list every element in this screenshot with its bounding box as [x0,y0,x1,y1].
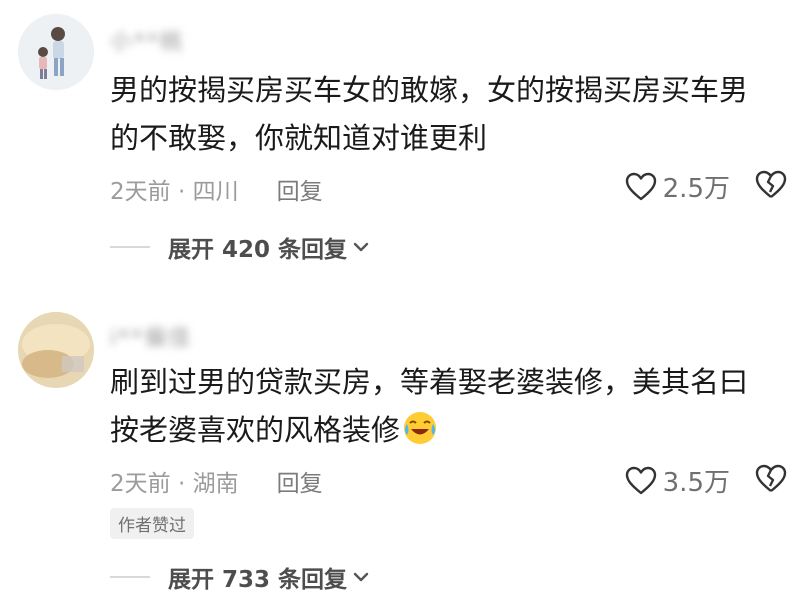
comment-meta: 2天前 · 四川 回复 [110,172,323,206]
comment-item: ⅰ**偏佳 刷到过男的贷款买房，等着娶老婆装修，美其名曰 按老婆喜欢的风格装修 … [0,300,800,593]
time-location: 2天前 · 湖南 [110,471,239,497]
like-button[interactable]: 3.5万 [625,462,730,499]
like-count: 2.5万 [662,174,730,204]
comment-text-line: 刷到过男的贷款买房，等着娶老婆装修，美其名曰 [110,365,749,399]
broken-heart-icon [755,170,787,198]
time-location: 2天前 · 四川 [110,179,239,205]
expand-replies-label: 展开 420 条回复 [168,237,348,263]
username[interactable]: ⅰ**偏佳 [110,320,192,352]
comment-text-line: 男的按揭买房买车女的敢嫁，女的按揭买房买车男 [110,73,749,107]
comment-text: 男的按揭买房买车女的敢嫁，女的按揭买房买车男 的不敢娶，你就知道对谁更利 [110,66,790,162]
reply-button[interactable]: 回复 [277,172,323,206]
comment-text-line: 的不敢娶，你就知道对谁更利 [110,121,488,155]
expand-replies-button[interactable]: 展开 733 条回复 [110,560,369,594]
comment-text: 刷到过男的贷款买房，等着娶老婆装修，美其名曰 按老婆喜欢的风格装修 [110,358,790,454]
comment-meta: 2天前 · 湖南 回复 [110,464,323,498]
author-liked-badge: 作者赞过 [110,508,194,539]
chevron-down-icon [353,242,369,252]
divider [110,246,150,248]
expand-replies-label: 展开 733 条回复 [168,567,348,593]
laughing-crying-emoji-icon [404,412,437,444]
dislike-button[interactable] [754,170,788,204]
chevron-down-icon [353,572,369,582]
comment-text-line: 按老婆喜欢的风格装修 [110,406,790,454]
expand-replies-button[interactable]: 展开 420 条回复 [110,230,369,264]
heart-outline-icon [625,172,656,200]
comment-item: 小**桃 男的按揭买房买车女的敢嫁，女的按揭买房买车男 的不敢娶，你就知道对谁更… [0,0,800,270]
like-button[interactable]: 2.5万 [625,168,730,205]
heart-outline-icon [625,466,656,494]
reply-button[interactable]: 回复 [277,464,323,498]
like-count: 3.5万 [662,468,730,498]
avatar[interactable] [18,312,94,388]
divider [110,576,150,578]
comment-text-segment: 按老婆喜欢的风格装修 [110,413,401,447]
username[interactable]: 小**桃 [110,24,184,56]
broken-heart-icon [755,464,787,492]
dislike-button[interactable] [754,464,788,498]
avatar[interactable] [18,14,94,90]
